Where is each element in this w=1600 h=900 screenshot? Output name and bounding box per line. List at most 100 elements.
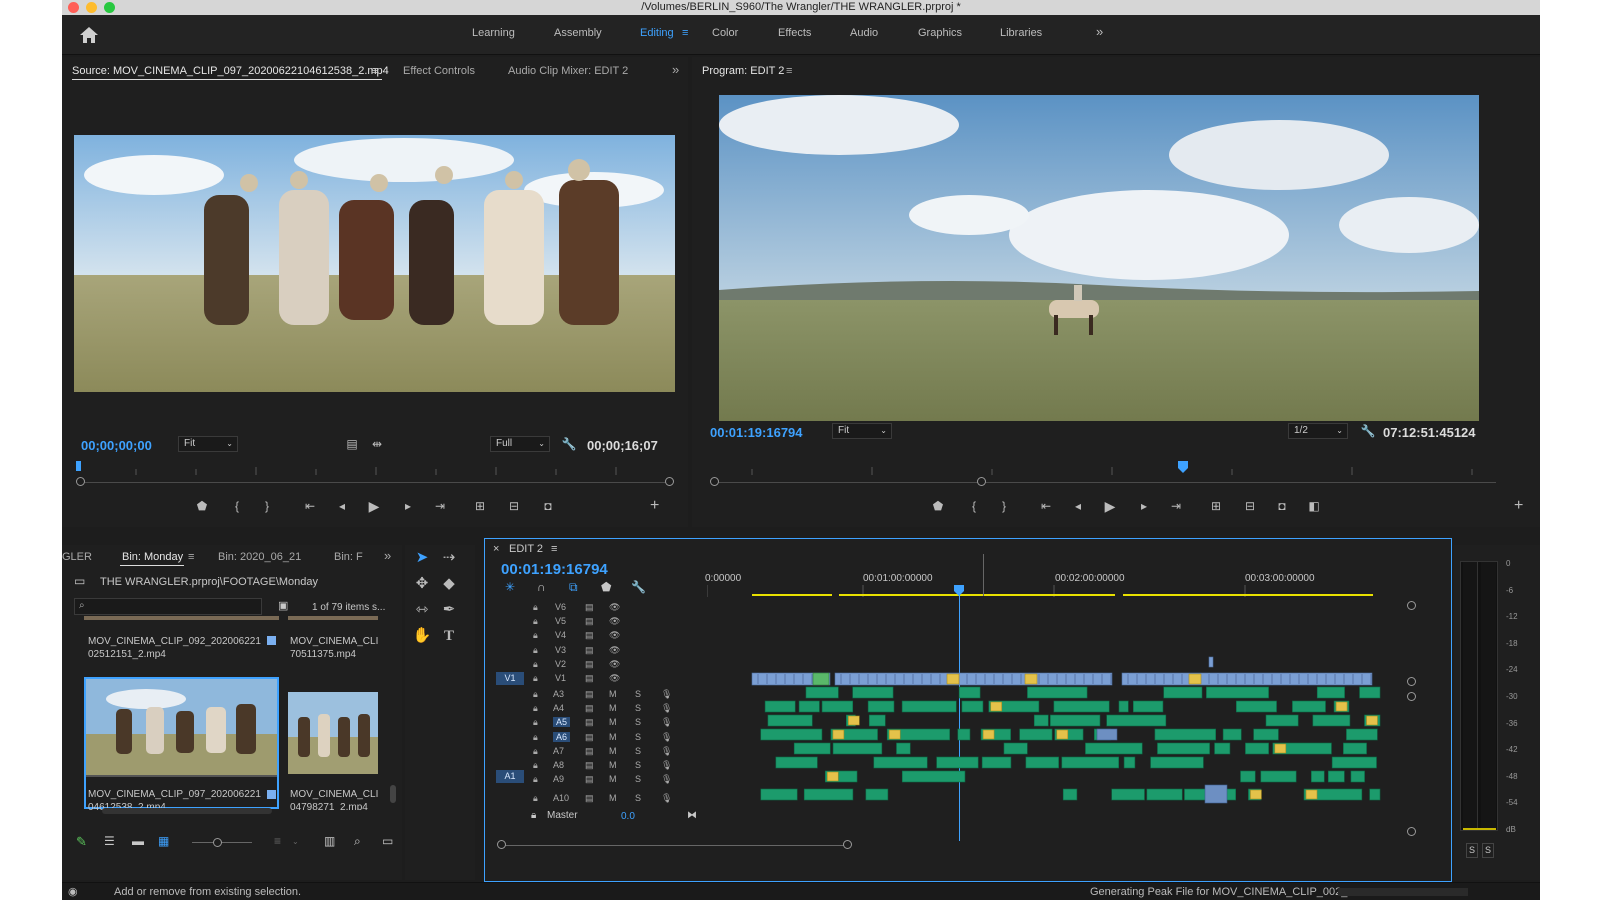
solo-left-button[interactable]: S — [1466, 843, 1479, 858]
hand-tool-icon[interactable]: ✋ — [411, 625, 433, 647]
program-timecode[interactable]: 00:01:19:16794 — [710, 425, 803, 440]
source-zoom-select[interactable]: Fit ⌄ — [178, 436, 238, 452]
tab-effect-controls[interactable]: Effect Controls — [403, 65, 475, 77]
fx-badge[interactable] — [1274, 743, 1287, 754]
audio-scroll-handle-2[interactable] — [1407, 827, 1416, 836]
insert-icon[interactable]: ⊞ — [470, 497, 490, 515]
sync-lock-icon[interactable]: ▤ — [585, 774, 594, 785]
more-workspaces-icon[interactable]: » — [1096, 24, 1103, 39]
go-to-out-icon[interactable]: ⇥ — [1166, 497, 1186, 515]
ripple-edit-tool-icon[interactable]: ✥ — [411, 573, 433, 595]
solo-button[interactable]: S — [635, 774, 641, 784]
fx-badge[interactable] — [1335, 701, 1348, 712]
list-view-icon[interactable]: ☰ — [104, 835, 115, 848]
audio-clip[interactable] — [832, 742, 883, 755]
audio-clip[interactable] — [961, 700, 984, 713]
eye-icon[interactable]: 👁︎ — [609, 630, 620, 641]
microphone-icon[interactable]: 🎙︎ — [661, 703, 672, 714]
audio-clip[interactable] — [1062, 788, 1078, 801]
tab-bin-f[interactable]: Bin: F — [334, 551, 363, 563]
export-frame-camera-icon[interactable]: ◘ — [1272, 497, 1292, 515]
lock-icon[interactable]: 🔒︎ — [533, 703, 538, 714]
audio-clip[interactable] — [1061, 756, 1119, 769]
source-scroll-start-handle[interactable] — [76, 477, 85, 486]
mark-out-icon[interactable]: } — [994, 497, 1014, 515]
solo-button[interactable]: S — [635, 793, 641, 803]
audio-clip[interactable] — [775, 756, 818, 769]
audio-clip[interactable] — [868, 714, 886, 727]
sync-lock-icon[interactable]: ▤ — [585, 746, 594, 757]
fx-badge[interactable] — [990, 701, 1003, 712]
comparison-view-icon[interactable]: ◧ — [1304, 497, 1324, 515]
bin-menu-icon[interactable]: ≡ — [188, 551, 194, 563]
microphone-icon[interactable]: 🎙︎ — [661, 689, 672, 700]
audio-clip[interactable] — [805, 686, 839, 699]
program-title[interactable]: Program: EDIT 2 — [702, 65, 784, 77]
selection-tool-icon[interactable]: ➤ — [411, 547, 433, 569]
lock-icon[interactable]: 🔒︎ — [533, 630, 538, 641]
workspace-audio[interactable]: Audio — [850, 27, 878, 39]
lift-icon[interactable]: ⊞ — [1206, 497, 1226, 515]
mute-button[interactable]: M — [609, 732, 617, 742]
fx-badge[interactable] — [1188, 673, 1202, 685]
more-panels-icon[interactable]: » — [384, 548, 391, 563]
microphone-icon[interactable]: 🎙︎ — [661, 793, 672, 804]
lock-icon[interactable]: 🔒︎ — [533, 659, 538, 670]
mute-button[interactable]: M — [609, 746, 617, 756]
audio-clip[interactable] — [1003, 742, 1028, 755]
lock-icon[interactable]: 🔒︎ — [533, 793, 538, 804]
fx-badge[interactable] — [826, 771, 839, 782]
workspace-graphics[interactable]: Graphics — [918, 27, 962, 39]
button-editor-plus-icon[interactable]: + — [650, 497, 659, 515]
program-scroll-end-handle[interactable] — [977, 477, 986, 486]
audio-clip[interactable] — [901, 700, 957, 713]
program-scroll-start-handle[interactable] — [710, 477, 719, 486]
slip-tool-icon[interactable]: ⇿ — [411, 599, 433, 621]
sync-lock-icon[interactable]: ▤ — [585, 732, 594, 743]
lock-icon[interactable]: 🔒︎ — [533, 746, 538, 757]
solo-button[interactable]: S — [635, 689, 641, 699]
solo-right-button[interactable]: S — [1482, 843, 1495, 858]
mark-in-icon[interactable]: { — [227, 497, 247, 515]
workspace-libraries[interactable]: Libraries — [1000, 27, 1042, 39]
automate-to-sequence-icon[interactable]: ▥ — [324, 835, 335, 848]
zoom-window-button[interactable] — [104, 2, 115, 13]
audio-clip[interactable] — [1163, 686, 1203, 699]
wrench-icon[interactable]: 🔧 — [559, 435, 579, 453]
mark-in-icon[interactable]: { — [964, 497, 984, 515]
clip-name-other-2[interactable]: MOV_CINEMA_CLI 04798271_2.mp4 — [290, 788, 382, 810]
audio-clip[interactable] — [1222, 728, 1242, 741]
audio-clip[interactable] — [793, 742, 831, 755]
sync-lock-icon[interactable]: ▤ — [585, 689, 594, 700]
tab-source[interactable]: Source: MOV_CINEMA_CLIP_097_202006221046… — [72, 65, 389, 77]
solo-button[interactable]: S — [635, 703, 641, 713]
tab-bin-monday[interactable]: Bin: Monday — [122, 551, 183, 563]
audio-clip[interactable] — [1311, 770, 1325, 783]
sync-lock-icon[interactable]: ▤ — [585, 630, 594, 641]
drag-video-icon[interactable]: ⇹ — [367, 435, 387, 453]
audio-clip[interactable] — [1085, 742, 1143, 755]
home-icon[interactable] — [78, 25, 100, 45]
audio-clip[interactable] — [1350, 770, 1365, 783]
sync-lock-icon[interactable]: ▤ — [585, 673, 594, 684]
audio-clip[interactable] — [1146, 788, 1183, 801]
sync-lock-icon[interactable]: ▤ — [585, 760, 594, 771]
step-forward-icon[interactable]: ▸ — [398, 497, 418, 515]
sync-lock-icon[interactable]: ▤ — [585, 602, 594, 613]
mute-button[interactable]: M — [609, 689, 617, 699]
audio-clip[interactable] — [1025, 756, 1059, 769]
video-scroll-handle-2[interactable] — [1407, 677, 1416, 686]
play-icon[interactable]: ▶ — [1100, 497, 1120, 515]
audio-clip-selected[interactable] — [1204, 784, 1228, 804]
clip-name-other[interactable]: MOV_CINEMA_CLI 70511375.mp4 — [290, 635, 382, 661]
bin-search-field[interactable]: ⌕ — [74, 598, 262, 615]
audio-clip[interactable] — [1157, 742, 1210, 755]
audio-clip[interactable] — [981, 756, 1012, 769]
source-resolution-select[interactable]: Full ⌄ — [490, 436, 550, 452]
audio-clip[interactable] — [1053, 700, 1110, 713]
workspace-assembly[interactable]: Assembly — [554, 27, 602, 39]
tab-audio-clip-mixer[interactable]: Audio Clip Mixer: EDIT 2 — [508, 65, 628, 77]
sync-lock-icon[interactable]: ▤ — [585, 645, 594, 656]
audio-clip[interactable] — [1033, 714, 1049, 727]
audio-clip[interactable] — [1118, 700, 1129, 713]
